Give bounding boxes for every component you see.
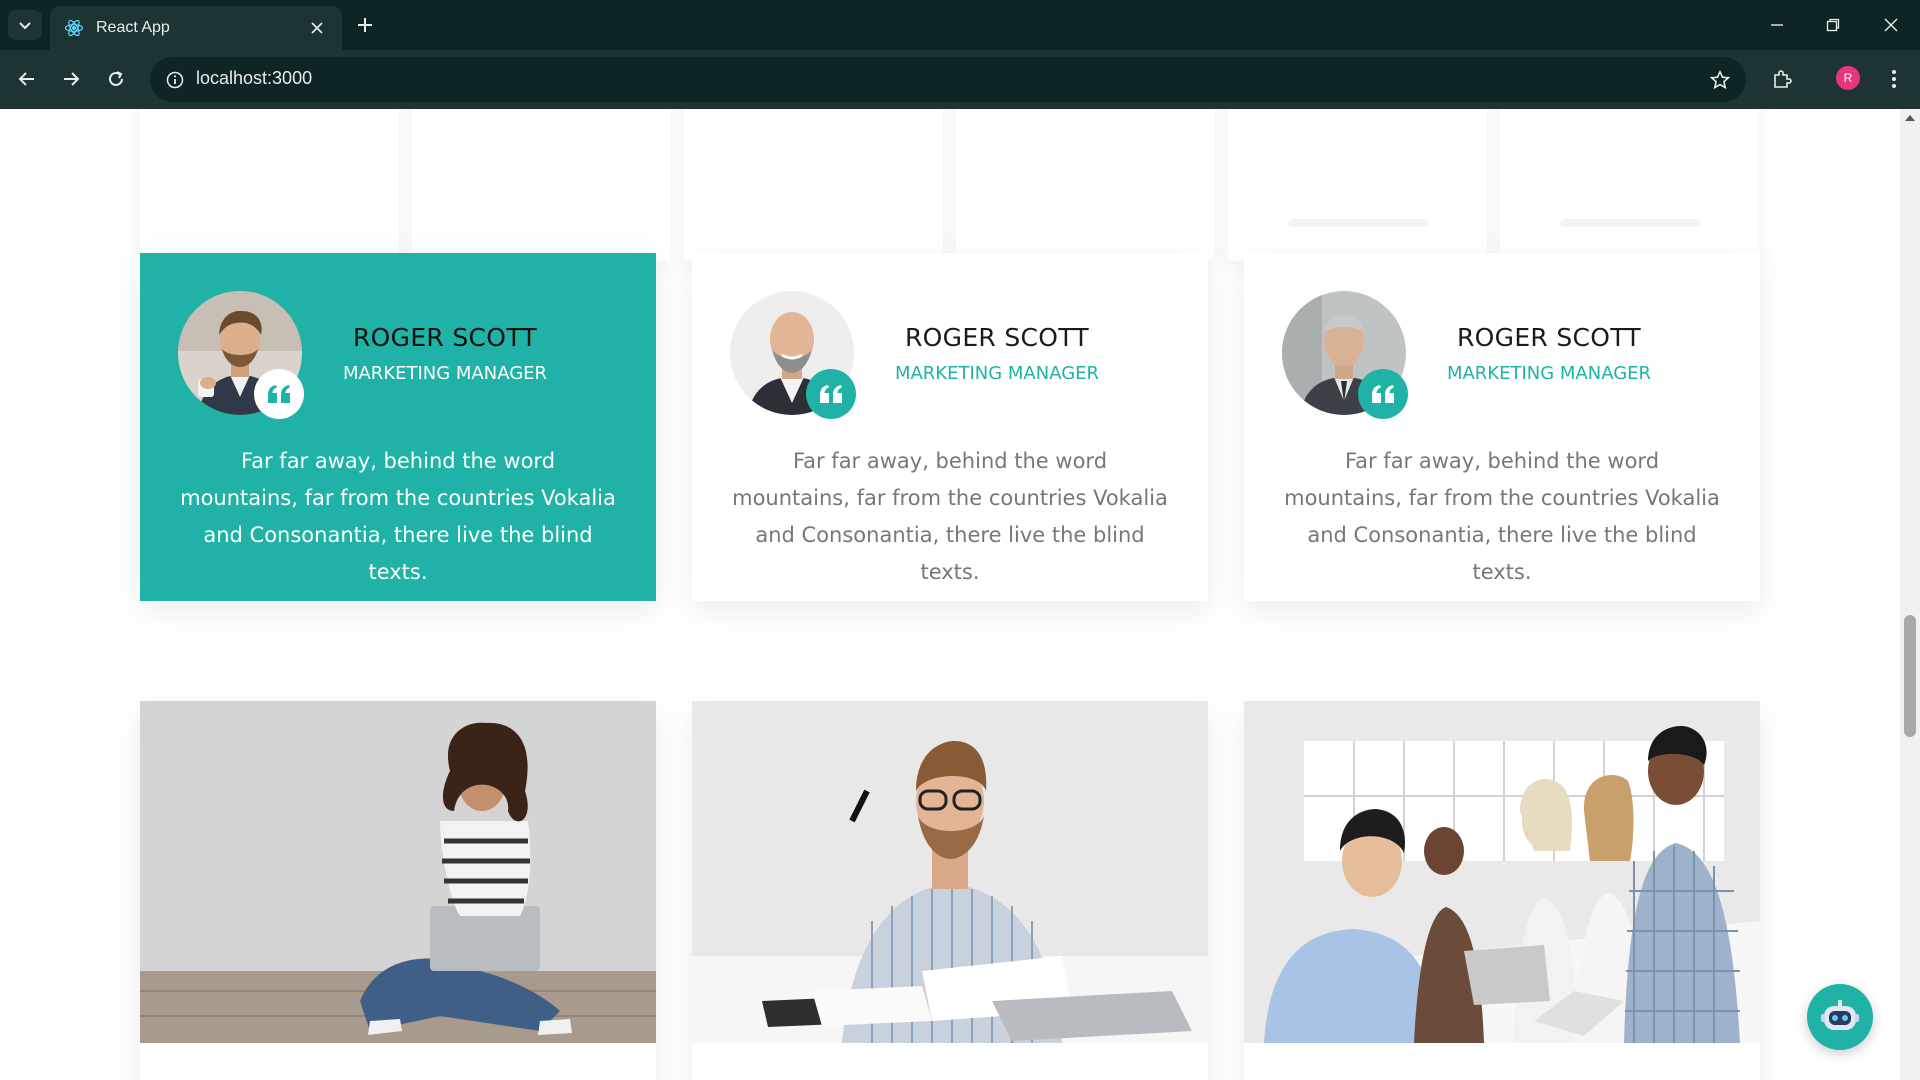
arrow-right-icon <box>64 72 80 86</box>
reload-button[interactable] <box>100 63 132 95</box>
plus-icon <box>358 18 372 32</box>
forward-button[interactable] <box>55 63 87 95</box>
restore-button[interactable] <box>1820 12 1846 38</box>
site-info-button[interactable] <box>162 67 187 92</box>
person-role: MARKETING MANAGER <box>342 363 548 384</box>
quote-badge <box>254 369 304 419</box>
testimonial-card: ROGER SCOTT MARKETING MANAGER Far far aw… <box>692 253 1208 601</box>
chevron-down-icon <box>19 22 31 30</box>
new-tab-button[interactable] <box>352 12 378 38</box>
star-icon <box>1709 69 1730 89</box>
react-icon <box>64 19 84 37</box>
browser-tab[interactable]: React App <box>50 6 342 50</box>
puzzle-icon <box>1774 70 1792 88</box>
close-window-button[interactable] <box>1878 12 1904 38</box>
feature-card <box>1228 109 1487 261</box>
testimonial-text: Far far away, behind the word mountains,… <box>180 449 616 584</box>
person-role: MARKETING MANAGER <box>894 363 1100 384</box>
testimonial-photo <box>730 291 856 419</box>
quote-icon <box>268 385 290 403</box>
browser-tab-bar: React App <box>0 0 1920 50</box>
chatbot-button[interactable] <box>1807 984 1873 1050</box>
testimonial-text: Far far away, behind the word mountains,… <box>1284 449 1720 584</box>
robot-icon <box>1821 1000 1859 1030</box>
testimonial-photo <box>1282 291 1408 419</box>
page-scrollbar[interactable] <box>1900 109 1920 1080</box>
tab-title: React App <box>96 19 170 36</box>
address-bar[interactable]: localhost:3000 <box>150 57 1746 102</box>
feature-card <box>140 109 399 261</box>
minimize-icon <box>1771 24 1783 26</box>
blog-image[interactable] <box>1244 701 1760 1043</box>
blog-card[interactable] <box>1244 701 1760 1080</box>
blog-card[interactable] <box>692 701 1208 1080</box>
extensions-button[interactable] <box>1766 63 1798 95</box>
more-vertical-icon <box>1892 70 1896 88</box>
testimonial-card: ROGER SCOTT MARKETING MANAGER Far far aw… <box>140 253 656 601</box>
back-button[interactable] <box>11 63 43 95</box>
testimonial-card: ROGER SCOTT MARKETING MANAGER Far far aw… <box>1244 253 1760 601</box>
quote-icon <box>820 385 842 403</box>
person-role: MARKETING MANAGER <box>1446 363 1652 384</box>
page-viewport: ROGER SCOTT MARKETING MANAGER Far far aw… <box>0 109 1900 1080</box>
arrow-left-icon <box>18 72 34 86</box>
quote-badge <box>806 369 856 419</box>
close-icon <box>1884 18 1898 32</box>
blog-image[interactable] <box>140 701 656 1043</box>
scrollbar-thumb[interactable] <box>1904 615 1916 737</box>
scroll-up-arrow-icon[interactable] <box>1905 115 1915 121</box>
url-text: localhost:3000 <box>196 68 313 88</box>
reload-icon <box>109 71 123 86</box>
browser-toolbar: localhost:3000 R <box>0 50 1920 109</box>
card-button-shadow <box>1288 219 1428 227</box>
bookmark-button[interactable] <box>1707 67 1732 92</box>
tab-close-button[interactable] <box>306 17 328 39</box>
restore-icon <box>1826 18 1840 32</box>
testimonial-photo <box>178 291 304 419</box>
minimize-button[interactable] <box>1764 12 1790 38</box>
blog-image[interactable] <box>692 701 1208 1043</box>
person-name: ROGER SCOTT <box>353 323 537 352</box>
quote-icon <box>1372 385 1394 403</box>
feature-card <box>1500 109 1759 261</box>
tab-search-button[interactable] <box>8 10 42 40</box>
profile-avatar[interactable]: R <box>1836 66 1860 90</box>
card-button-shadow <box>1560 219 1700 227</box>
close-icon <box>311 22 323 34</box>
quote-badge <box>1358 369 1408 419</box>
browser-menu-button[interactable] <box>1880 63 1908 95</box>
person-name: ROGER SCOTT <box>1457 323 1641 352</box>
feature-card <box>956 109 1215 261</box>
testimonial-text: Far far away, behind the word mountains,… <box>732 449 1168 584</box>
blog-card[interactable] <box>140 701 656 1080</box>
info-icon <box>166 71 183 88</box>
feature-card <box>684 109 943 261</box>
feature-card <box>412 109 671 261</box>
person-name: ROGER SCOTT <box>905 323 1089 352</box>
